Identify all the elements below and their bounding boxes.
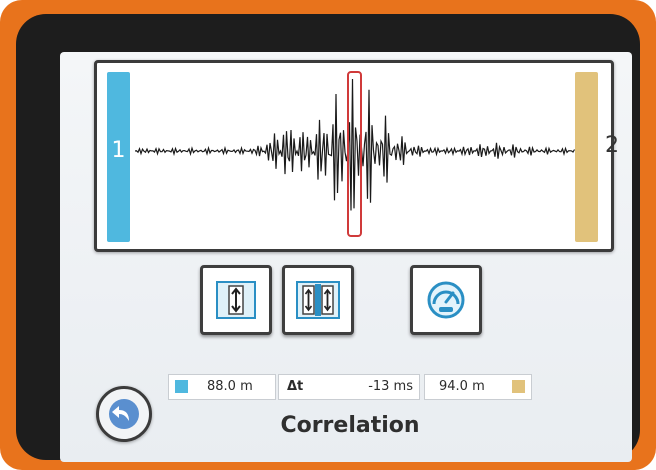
single-cursor-button[interactable] xyxy=(200,265,272,335)
sensor-1-swatch xyxy=(175,380,188,393)
sensor-2-distance: 94.0 m xyxy=(439,379,485,394)
device-frame: 1 2 88.0 m Δt -13 ms 94.0 m Correlation xyxy=(0,0,656,470)
sensor-1-distance-readout: 88.0 m xyxy=(168,374,276,400)
back-arrow-icon xyxy=(109,399,139,429)
sensor-1-label: 1 xyxy=(111,138,126,163)
delta-time-value: -13 ms xyxy=(368,379,413,394)
sensor-1-bar: 1 xyxy=(107,72,130,242)
delta-time-readout: Δt -13 ms xyxy=(278,374,420,400)
speedometer-icon xyxy=(427,281,465,319)
page-title: Correlation xyxy=(280,413,420,438)
signal-panel: 1 2 xyxy=(94,60,619,252)
sensor-2-distance-readout: 94.0 m xyxy=(424,374,532,400)
display-screen: 1 2 88.0 m Δt -13 ms 94.0 m Correlation xyxy=(60,52,632,462)
dual-cursor-button[interactable] xyxy=(282,265,354,335)
correlation-peak-marker[interactable] xyxy=(347,71,362,237)
speed-button[interactable] xyxy=(410,265,482,335)
device-bezel: 1 2 88.0 m Δt -13 ms 94.0 m Correlation xyxy=(16,14,640,462)
sensor-2-bar xyxy=(575,72,598,242)
delta-time-label: Δt xyxy=(287,379,304,394)
sensor-2-swatch xyxy=(512,380,525,393)
double-arrow-icon xyxy=(296,281,340,319)
sensor-1-distance: 88.0 m xyxy=(207,379,253,394)
back-button[interactable] xyxy=(96,386,152,442)
sensor-2-label: 2 xyxy=(605,133,619,158)
single-arrow-icon xyxy=(216,281,256,319)
